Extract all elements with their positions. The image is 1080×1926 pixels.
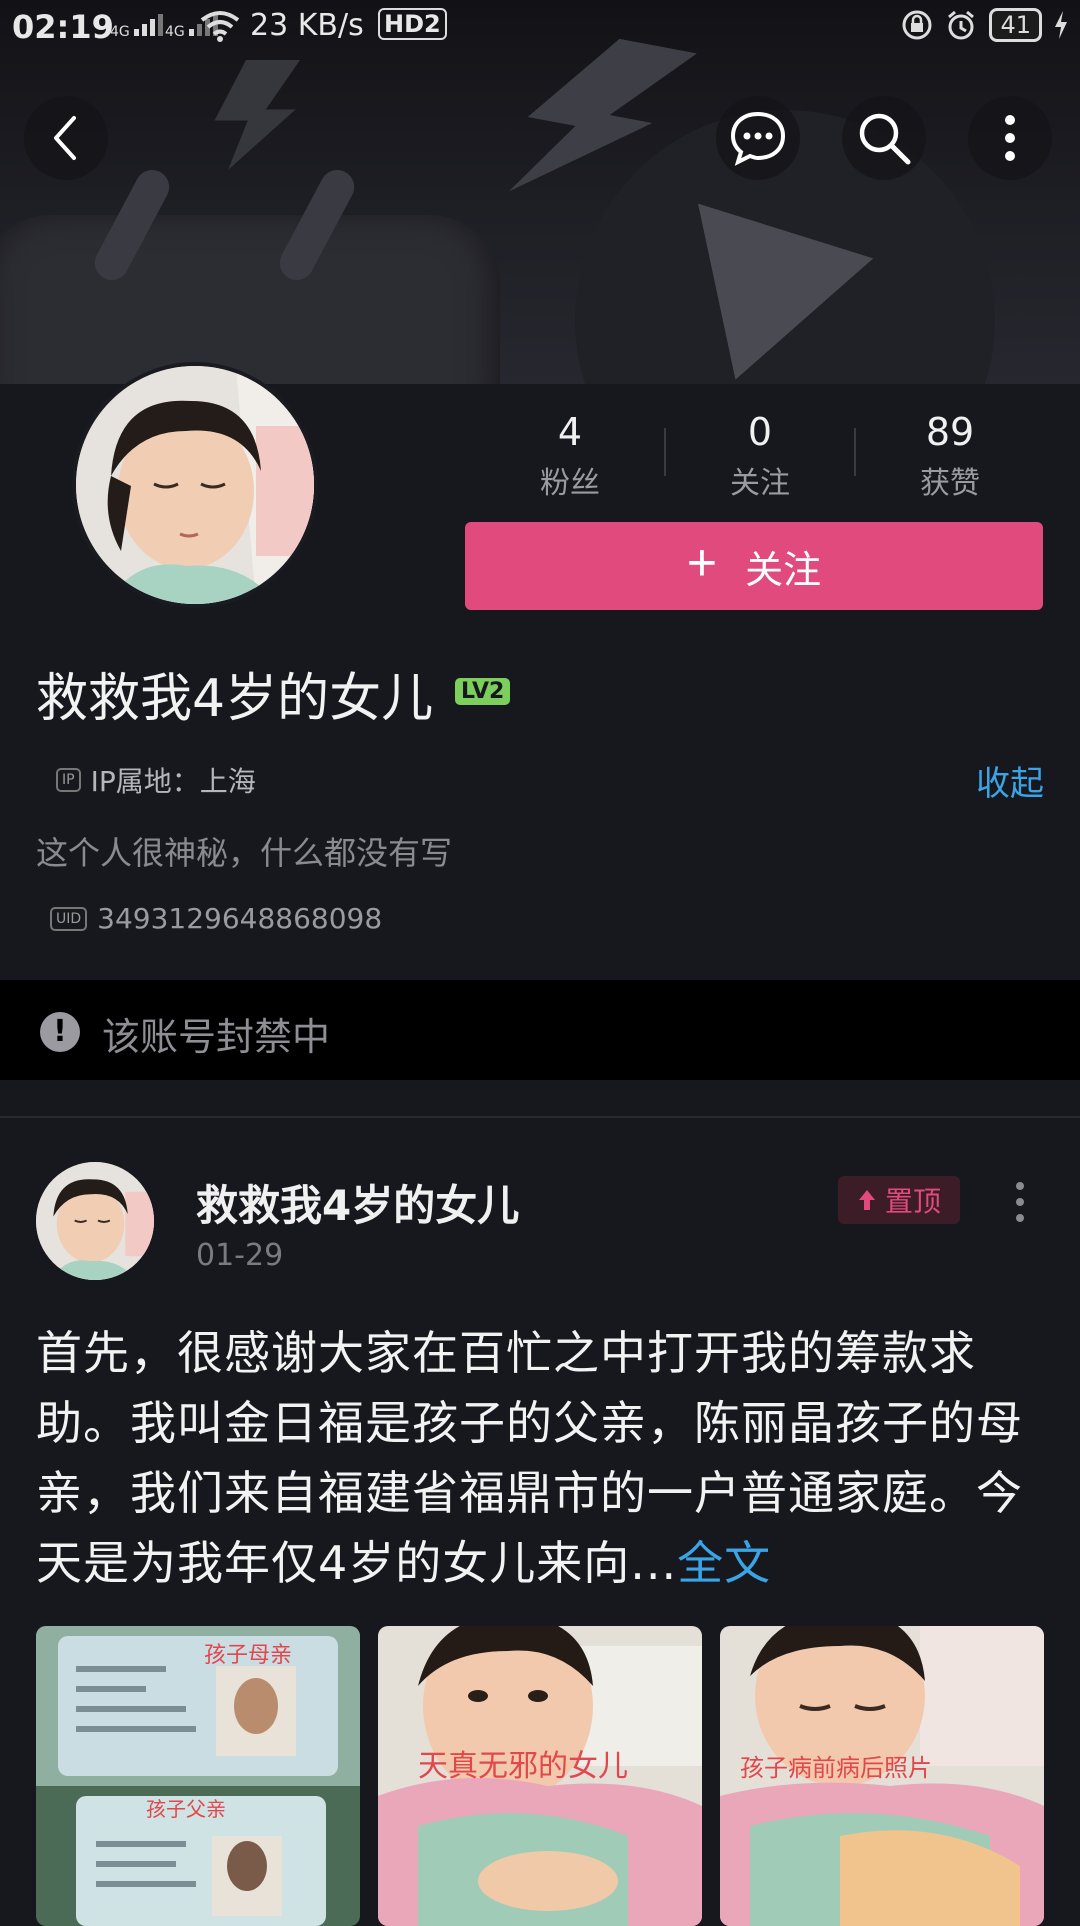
signal-bars-icon (134, 14, 164, 36)
pinned-badge: 置顶 (838, 1176, 960, 1224)
level-badge: LV2 (455, 678, 511, 705)
search-icon (859, 113, 911, 165)
hd-icon: HD2 (378, 8, 447, 40)
more-vertical-icon (1005, 115, 1015, 161)
follow-button[interactable]: + 关注 (465, 522, 1043, 610)
collapse-link[interactable]: 收起 (976, 756, 1044, 805)
post-image-3[interactable]: 孩子病前病后照片 (720, 1626, 1044, 1926)
post-author-avatar[interactable] (36, 1162, 154, 1280)
arrow-up-icon (858, 1190, 875, 1210)
follow-label: 关注 (745, 549, 822, 592)
stat-label: 获赞 (920, 466, 980, 501)
stat-label: 粉丝 (540, 466, 600, 501)
daughter-photo-image: 天真无邪的女儿 (378, 1626, 702, 1926)
more-button[interactable] (968, 96, 1052, 180)
profile-bio: 这个人很神秘，什么都没有写 (36, 834, 453, 872)
stat-value: 4 (557, 410, 583, 454)
back-button[interactable] (24, 96, 108, 180)
charging-icon (1055, 11, 1067, 39)
chat-bubble-icon (730, 111, 786, 166)
post-author-name[interactable]: 救救我4岁的女儿 (196, 1172, 519, 1233)
username: 救救我4岁的女儿 (36, 669, 434, 729)
uid-row: UID 3493129648868098 (50, 902, 382, 935)
stat-divider (854, 428, 856, 476)
stat-value: 89 (925, 410, 975, 454)
signal-icon: 4G (110, 14, 164, 40)
stat-fans[interactable]: 4 粉丝 (510, 410, 630, 502)
post-body[interactable]: 首先，很感谢大家在百忙之中打开我的筹款求助。我叫金日福是孩子的父亲，陈丽晶孩子的… (36, 1318, 1046, 1598)
ban-notice-text: 该账号封禁中 (102, 1015, 331, 1059)
search-button[interactable] (842, 96, 926, 180)
warning-icon: ! (40, 1012, 80, 1052)
image-caption: 孩子父亲 (146, 1797, 226, 1821)
battery-indicator: 41 (989, 8, 1042, 42)
status-bar: 02:19 4G 4G 23 KB/s HD2 41 (0, 0, 1080, 54)
more-vertical-icon (1016, 1182, 1024, 1222)
uid-icon: UID (50, 906, 88, 931)
message-button[interactable] (716, 96, 800, 180)
back-arrow-icon (54, 116, 76, 160)
stat-value: 0 (747, 410, 773, 454)
ip-icon: IP (56, 768, 81, 792)
status-right: 41 (901, 8, 1068, 42)
plus-icon: + (686, 534, 718, 592)
pinned-label: 置顶 (884, 1185, 941, 1218)
stat-following[interactable]: 0 关注 (700, 410, 820, 502)
stat-divider (664, 428, 666, 476)
full-text-link[interactable]: 全文 (677, 1536, 771, 1590)
daughter-sick-photo-image: 孩子病前病后照片 (720, 1626, 1044, 1926)
post-more-button[interactable] (1010, 1180, 1030, 1228)
image-caption: 孩子病前病后照片 (740, 1754, 932, 1782)
signal-label-2: 4G (165, 24, 185, 40)
section-divider (0, 1116, 1080, 1118)
net-speed: 23 KB/s (250, 8, 364, 43)
ip-location-row: IP IP属地：上海 (56, 760, 256, 800)
post-image-1[interactable]: 孩子母亲 孩子父亲 (36, 1626, 360, 1926)
avatar-image (36, 1162, 154, 1280)
banner-tv-shape (0, 215, 500, 384)
lock-rotation-icon (902, 10, 932, 40)
signal-label: 4G (110, 24, 130, 40)
post-image-2[interactable]: 天真无邪的女儿 (378, 1626, 702, 1926)
avatar-image (76, 366, 314, 604)
stat-label: 关注 (730, 466, 790, 501)
post-date: 01-29 (196, 1238, 284, 1273)
uid-value: 3493129648868098 (97, 902, 383, 935)
banner-bolt-shape (214, 60, 300, 170)
image-caption: 天真无邪的女儿 (418, 1749, 628, 1784)
alarm-icon (948, 10, 975, 40)
status-time: 02:19 (12, 8, 114, 46)
profile-banner (0, 0, 1080, 384)
profile-avatar[interactable] (72, 362, 318, 608)
wifi-icon (200, 11, 240, 42)
id-cards-image: 孩子母亲 孩子父亲 (36, 1626, 360, 1926)
ip-location: IP属地：上海 (90, 765, 256, 798)
post-body-text: 首先，很感谢大家在百忙之中打开我的筹款求助。我叫金日福是孩子的父亲，陈丽晶孩子的… (36, 1326, 1023, 1590)
image-caption: 孩子母亲 (204, 1643, 292, 1668)
stat-likes[interactable]: 89 获赞 (890, 410, 1010, 502)
